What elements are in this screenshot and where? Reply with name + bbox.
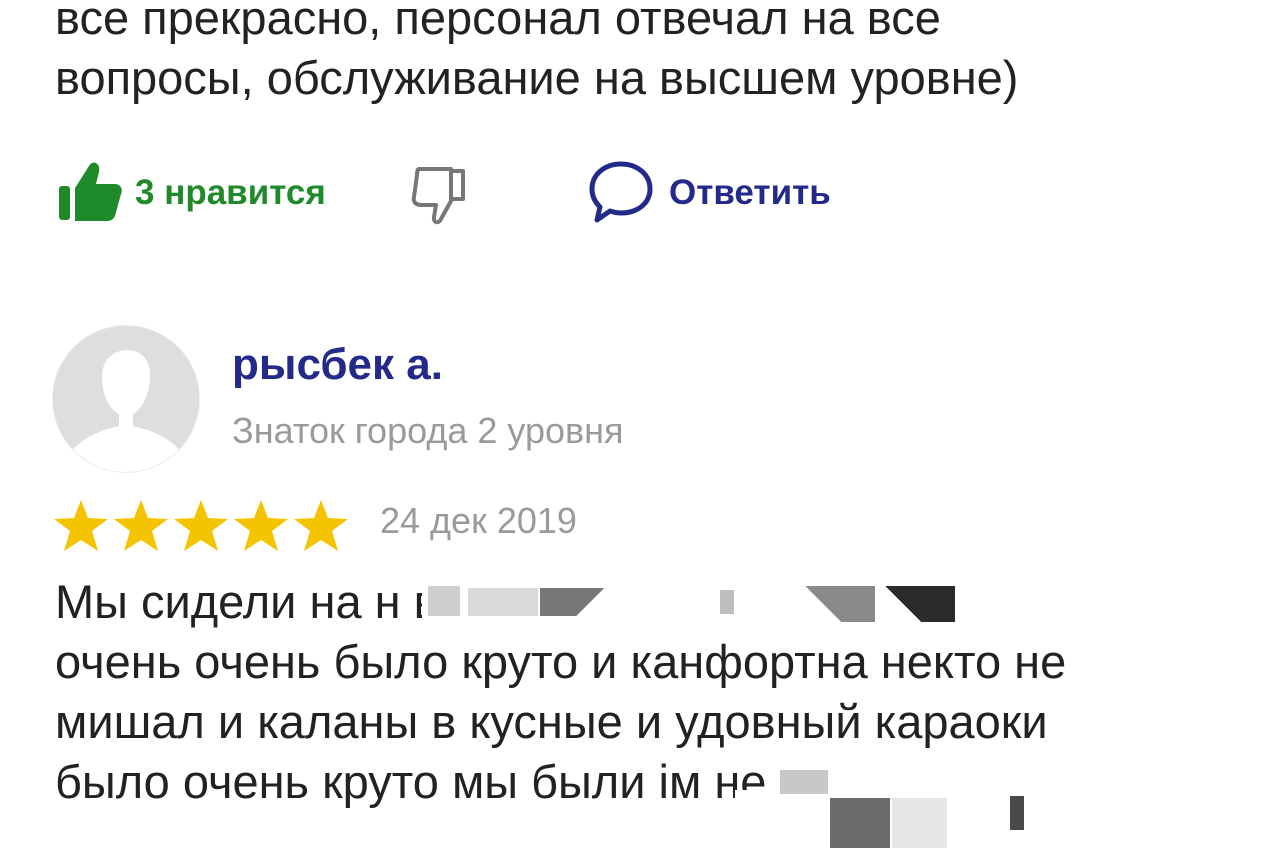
censor-block (428, 586, 460, 616)
speech-bubble-icon (585, 154, 657, 231)
author-name[interactable]: рысбек а. (232, 340, 443, 390)
review-date: 24 дек 2019 (380, 500, 577, 541)
like-button[interactable]: 3 нравится (55, 155, 326, 230)
reply-button[interactable]: Ответить (585, 155, 831, 230)
review-page: все прекрасно, персонал отвечал на все в… (0, 0, 1280, 854)
star-icon (292, 498, 350, 558)
star-icon (172, 498, 230, 558)
censor-block (830, 798, 890, 848)
previous-review-text: все прекрасно, персонал отвечал на все в… (55, 0, 1018, 108)
review-line: очень очень было круто и канфортна некто… (55, 635, 1067, 688)
censor-block (540, 588, 640, 616)
reply-label: Ответить (669, 172, 831, 212)
review-actions: 3 нравится Ответить (55, 155, 955, 235)
previous-review-line: все прекрасно, персонал отвечал на все (55, 0, 941, 44)
thumbs-down-icon (405, 167, 483, 243)
censor-block (795, 586, 875, 622)
avatar[interactable] (52, 325, 200, 473)
censor-block (875, 586, 955, 622)
censor-block (720, 590, 734, 614)
like-count-label: 3 нравится (135, 172, 326, 212)
star-icon (52, 498, 110, 558)
author-level: Знаток города 2 уровня (232, 410, 624, 451)
star-rating (52, 498, 350, 558)
previous-review-line: вопросы, обслуживание на высшем уровне) (55, 51, 1019, 104)
avatar-silhouette-icon (53, 326, 199, 472)
thumbs-up-icon (55, 154, 127, 231)
censor-block (892, 798, 947, 848)
censor-block (1010, 796, 1024, 830)
censor-block (468, 588, 538, 616)
dislike-button[interactable] (405, 161, 483, 244)
review-line: мишал и каланы в кусные и удовный караок… (55, 695, 1048, 748)
star-icon (112, 498, 170, 558)
star-icon (232, 498, 290, 558)
censor-block (780, 770, 828, 794)
